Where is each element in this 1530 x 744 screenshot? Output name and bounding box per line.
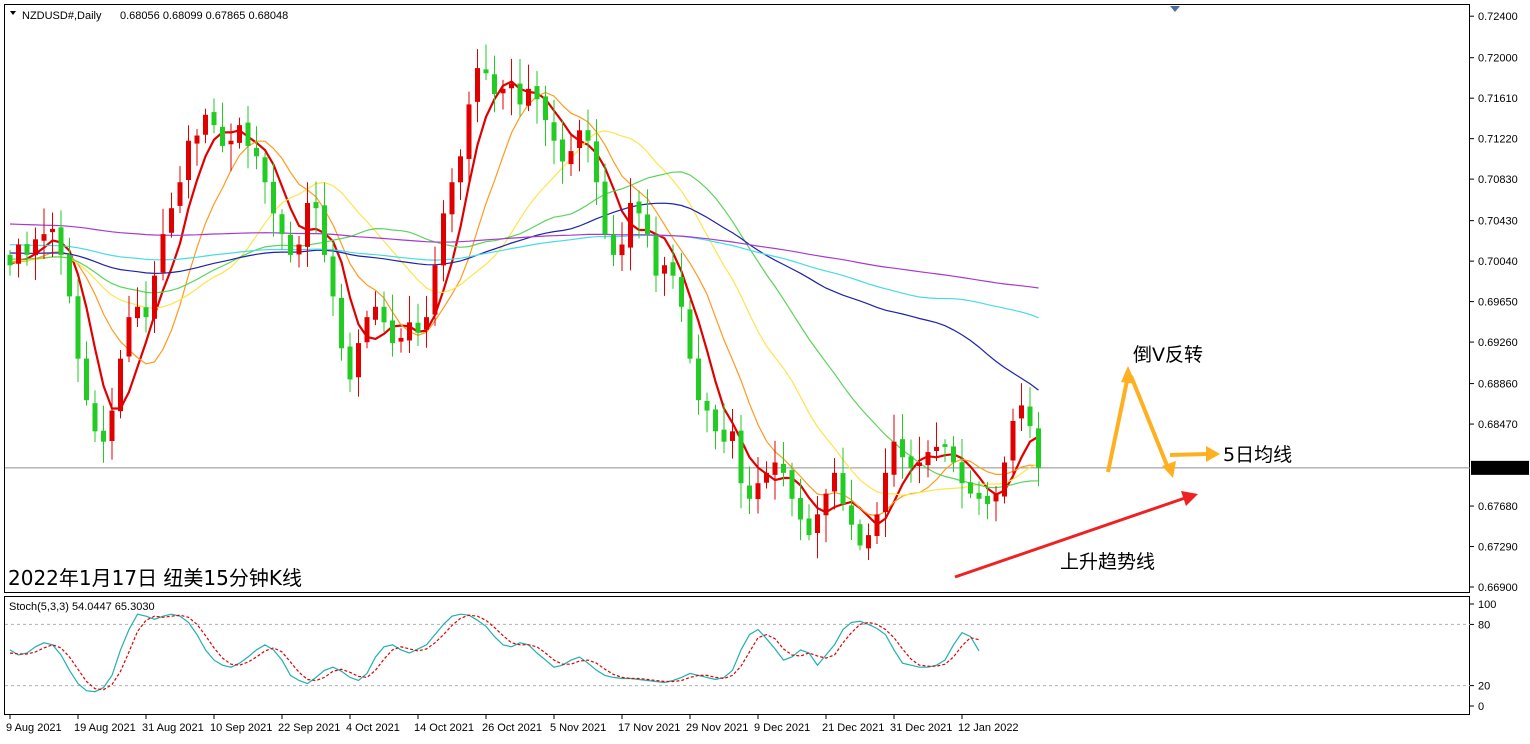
- x-tick-label: 22 Sep 2021: [278, 722, 340, 734]
- x-tick-label: 4 Oct 2021: [346, 722, 400, 734]
- y-tick-label: 0.70830: [1478, 174, 1518, 186]
- x-tick-label: 5 Nov 2021: [550, 722, 606, 734]
- background: [0, 0, 1530, 744]
- symbol-header: NZDUSD#,Daily: [22, 10, 102, 22]
- y-tick-label: 0.71220: [1478, 134, 1518, 146]
- x-tick-label: 19 Aug 2021: [74, 722, 136, 734]
- stoch-tick-label: 100: [1478, 599, 1496, 611]
- candle: [1002, 456, 1007, 504]
- x-tick-label: 31 Dec 2021: [890, 722, 952, 734]
- y-tick-label: 0.68860: [1478, 379, 1518, 391]
- stoch-tick-label: 20: [1478, 681, 1490, 693]
- uptrend-label: 上升趋势线: [1060, 551, 1155, 573]
- x-tick-label: 10 Sep 2021: [210, 722, 272, 734]
- inverted-v-label: 倒V反转: [1133, 344, 1203, 366]
- y-tick-label: 0.68470: [1478, 419, 1518, 431]
- y-tick-label: 0.67290: [1478, 542, 1518, 554]
- stoch-tick-label: 80: [1478, 619, 1490, 631]
- y-tick-label: 0.69260: [1478, 337, 1518, 349]
- stoch-tick-label: 0: [1478, 701, 1484, 713]
- x-tick-label: 29 Nov 2021: [686, 722, 748, 734]
- y-tick-label: 0.70430: [1478, 216, 1518, 228]
- y-tick-label: 0.70040: [1478, 256, 1518, 268]
- stoch-title: Stoch(5,3,3) 54.0447 65.3030: [9, 601, 155, 613]
- x-tick-label: 12 Jan 2022: [958, 722, 1019, 734]
- y-tick-label: 0.67680: [1478, 501, 1518, 513]
- y-tick-label: 0.66900: [1478, 582, 1518, 594]
- x-tick-label: 17 Nov 2021: [618, 722, 680, 734]
- y-tick-label: 0.71610: [1478, 93, 1518, 105]
- x-tick-label: 9 Dec 2021: [754, 722, 810, 734]
- candle: [118, 350, 123, 419]
- y-tick-label: 0.69650: [1478, 297, 1518, 309]
- x-tick-label: 31 Aug 2021: [142, 722, 204, 734]
- x-tick-label: 14 Oct 2021: [414, 722, 474, 734]
- y-tick-label: 0.72400: [1478, 11, 1518, 23]
- ma5-label: 5日均线: [1223, 444, 1292, 466]
- chart-caption: 2022年1月17日 纽美15分钟K线: [8, 566, 302, 590]
- x-tick-label: 9 Aug 2021: [6, 722, 62, 734]
- y-tick-label: 0.72000: [1478, 53, 1518, 65]
- x-tick-label: 21 Dec 2021: [822, 722, 884, 734]
- price-chart: 0.72400 0.72000 0.71610 0.71220 0.70830 0.704…: [0, 0, 1530, 744]
- ohlc-header: 0.68056 0.68099 0.67865 0.68048: [120, 10, 288, 22]
- current-price-label: 0.68048: [1477, 463, 1517, 475]
- x-tick-label: 26 Oct 2021: [482, 722, 542, 734]
